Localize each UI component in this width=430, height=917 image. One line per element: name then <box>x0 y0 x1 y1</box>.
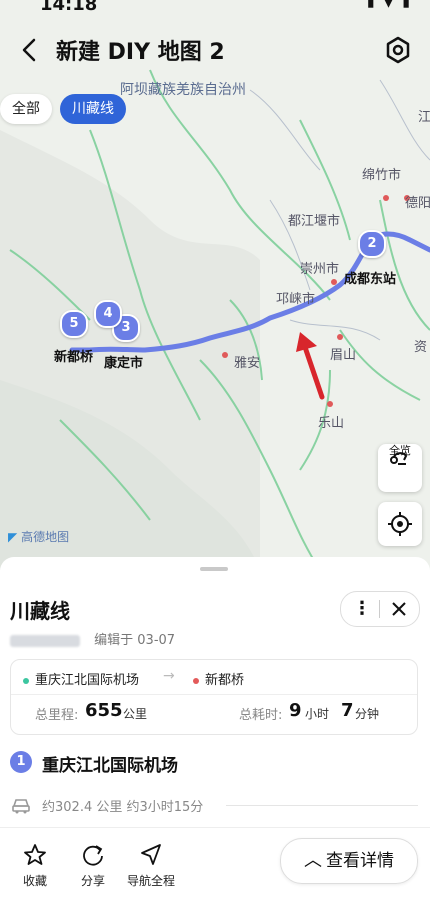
navigate-label: 导航全程 <box>126 874 175 888</box>
close-button[interactable] <box>385 595 413 623</box>
map-label-mianzhu: 绵竹市 <box>362 168 402 183</box>
more-vertical-icon: ⋮ <box>353 598 371 619</box>
chevron-up-icon: ︿ <box>304 850 322 871</box>
filter-chip-active[interactable]: 川藏线 <box>60 94 126 124</box>
map-label-meishan: 眉山 <box>330 348 357 363</box>
settings-button[interactable] <box>380 32 416 68</box>
favorite-label: 收藏 <box>22 874 47 888</box>
time-label: 总耗时: <box>239 708 283 723</box>
status-icons: ▮ ▼ ▮ <box>366 0 412 10</box>
chevron-left-icon <box>22 38 36 62</box>
bottom-action-bar: 收藏 分享 导航全程 ︿ 查看详情 <box>0 827 430 917</box>
locate-button[interactable] <box>378 502 422 546</box>
time-hours-unit: 小时 <box>305 707 330 721</box>
map-label-jiang: 江 <box>418 110 430 125</box>
map-label-dujiangyan: 都江堰市 <box>288 214 341 229</box>
map-label-aba: 阿坝藏族羌族自治州 <box>120 82 246 98</box>
page-title: 新建 DIY 地图 2 <box>56 40 225 65</box>
leg-divider <box>226 805 418 806</box>
summary-end-label: 新都桥 <box>205 673 245 688</box>
map-label-leshan: 乐山 <box>318 416 345 431</box>
map-label-xinduqiao: 新都桥 <box>54 350 94 365</box>
summary-start-label: 重庆江北国际机场 <box>35 673 140 688</box>
time-minutes: 7 <box>341 700 354 721</box>
filter-chip-all[interactable]: 全部 <box>0 94 52 124</box>
arrow-right-icon: → <box>163 668 175 684</box>
amap-logo: ◤ 高德地图 <box>8 528 69 545</box>
blurred-username <box>10 634 80 647</box>
route-marker-5[interactable]: 5 <box>60 310 88 338</box>
share-icon <box>83 845 103 866</box>
status-time: 14:18 <box>40 0 98 15</box>
route-sheet: 川藏线 ⋮ 编辑于 03-07 重庆江北国际机场 → 新都桥 总里程: 655 … <box>0 557 430 916</box>
leg-info-row: 约302.4 公里 约3小时15分 <box>0 793 430 817</box>
share-button[interactable]: 分享 <box>65 842 121 889</box>
sheet-handle[interactable] <box>200 567 228 571</box>
time-hours: 9 <box>289 700 302 721</box>
locate-icon <box>388 512 412 536</box>
view-details-label: 查看详情 <box>326 851 394 871</box>
close-icon <box>392 602 406 616</box>
distance-value: 655 <box>85 700 123 721</box>
share-label: 分享 <box>80 874 105 888</box>
car-icon <box>12 799 30 814</box>
map-label-kangding: 康定市 <box>104 356 144 371</box>
summary-start: 重庆江北国际机场 <box>23 669 139 688</box>
start-dot <box>23 677 29 684</box>
route-meta: 编辑于 03-07 <box>10 629 175 648</box>
top-bar: 新建 DIY 地图 2 <box>0 28 430 72</box>
favorite-button[interactable]: 收藏 <box>7 842 63 889</box>
overview-button[interactable]: 全览 <box>378 444 422 492</box>
waypoint-number: 1 <box>10 751 32 773</box>
map-label-chongzhou: 崇州市 <box>300 262 340 277</box>
map-label-deyang: 德阳 <box>405 196 430 211</box>
summary-end: 新都桥 <box>193 669 244 688</box>
route-actions-pill: ⋮ <box>340 591 420 627</box>
end-dot <box>193 677 199 684</box>
leg-info: 约302.4 公里 约3小时15分 <box>42 800 204 815</box>
more-button[interactable]: ⋮ <box>349 595 375 623</box>
route-overview-icon <box>390 452 408 465</box>
back-button[interactable] <box>12 32 48 68</box>
time-minutes-unit: 分钟 <box>355 707 380 721</box>
waypoint-name: 重庆江北国际机场 <box>42 756 178 776</box>
settings-icon <box>386 36 410 64</box>
amap-logo-text: 高德地图 <box>21 530 70 544</box>
map-label-chengdu-east: 成都东站 <box>344 272 397 287</box>
route-marker-2[interactable]: 2 <box>358 230 386 258</box>
star-icon <box>24 844 46 865</box>
route-name: 川藏线 <box>10 599 70 623</box>
waypoint-row[interactable]: 1 重庆江北国际机场 <box>0 747 430 777</box>
navigate-all-button[interactable]: 导航全程 <box>123 842 179 889</box>
amap-logo-icon: ◤ <box>8 530 18 544</box>
edited-date: 编辑于 03-07 <box>94 633 176 648</box>
map-label-qionglai: 邛崃市 <box>276 292 316 307</box>
navigate-icon <box>141 844 161 865</box>
distance-unit: 公里 <box>123 707 148 721</box>
map-label-yaan: 雅安 <box>234 356 261 371</box>
map-label-ziyang: 资 <box>414 340 428 355</box>
distance-label: 总里程: <box>35 708 79 723</box>
route-summary-card[interactable]: 重庆江北国际机场 → 新都桥 总里程: 655 公里 总耗时: 9 小时 7 分… <box>10 659 418 735</box>
map-view[interactable]: 14:18 ▮ ▼ ▮ 新建 DIY 地图 2 全部 川藏线 阿坝藏族羌族自治州… <box>0 0 430 570</box>
pill-divider <box>379 600 380 618</box>
summary-divider <box>11 694 417 695</box>
view-details-button[interactable]: ︿ 查看详情 <box>280 838 418 884</box>
route-marker-4[interactable]: 4 <box>94 300 122 328</box>
